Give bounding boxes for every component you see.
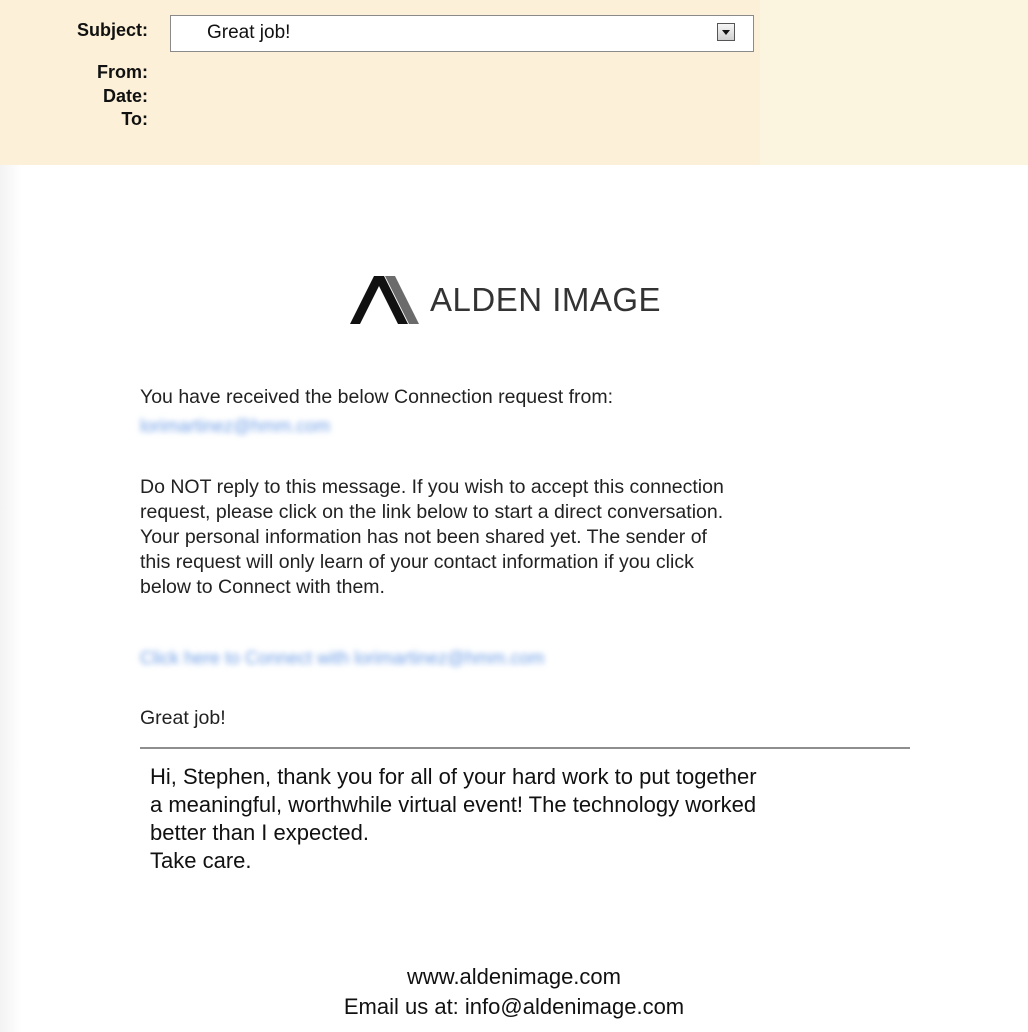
header-tint	[760, 0, 1028, 165]
to-label: To:	[121, 109, 148, 129]
message-line: better than I expected.	[150, 820, 369, 845]
alden-mark-icon	[350, 276, 419, 324]
message-body: Hi, Stephen, thank you for all of your h…	[150, 763, 910, 875]
subject-label: Subject:	[76, 20, 148, 40]
intro-text: You have received the below Connection r…	[140, 386, 613, 408]
notice-line: Your personal information has not been s…	[140, 526, 707, 548]
footer-email-link[interactable]: Email us at: info@aldenimage.com	[0, 992, 1028, 1022]
sender-email-link[interactable]: lorimartinez@hmm.com	[140, 416, 330, 437]
message-line: Take care.	[150, 848, 252, 873]
message-line: a meaningful, worthwhile virtual event! …	[150, 792, 757, 817]
greeting-text: Great job!	[140, 707, 226, 729]
notice-line: request, please click on the link below …	[140, 501, 724, 523]
footer: www.aldenimage.com Email us at: info@ald…	[0, 962, 1028, 1022]
notice-line: this request will only learn of your con…	[140, 551, 694, 573]
chevron-down-icon[interactable]	[717, 23, 735, 41]
alden-image-logo: ALDEN IMAGE	[350, 276, 661, 324]
logo-text: ALDEN IMAGE	[430, 281, 662, 318]
notice-line: below to Connect with them.	[140, 576, 385, 598]
notice-line: Do NOT reply to this message. If you wis…	[140, 476, 724, 498]
message-line: Hi, Stephen, thank you for all of your h…	[150, 764, 757, 789]
notice-paragraph: Do NOT reply to this message. If you wis…	[140, 475, 920, 600]
subject-select[interactable]: Great job!	[170, 15, 754, 52]
footer-website-link[interactable]: www.aldenimage.com	[0, 962, 1028, 992]
date-label: Date:	[102, 86, 148, 106]
subject-value: Great job!	[207, 22, 291, 43]
email-header: Subject: From: Date: To: Great job!	[0, 0, 1028, 165]
divider	[140, 747, 910, 749]
from-label: From:	[97, 62, 148, 82]
connect-link[interactable]: Click here to Connect with lorimartinez@…	[140, 648, 544, 669]
